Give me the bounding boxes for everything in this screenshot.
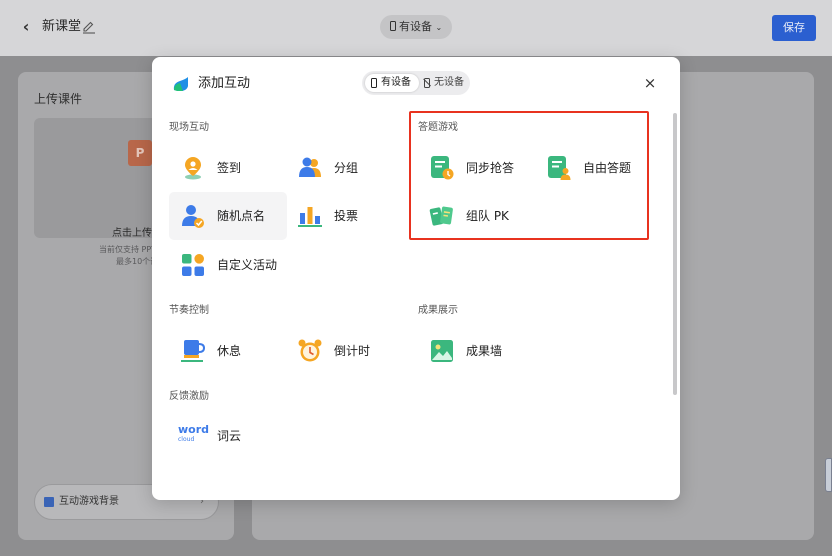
item-custom-activity[interactable]: 自定义活动 [169,241,287,289]
device-mode-toggle: 有设备 无设备 [362,71,470,95]
item-label: 自定义活动 [217,258,278,272]
pencil-icon[interactable] [82,20,96,34]
coffee-cup-icon [181,340,206,362]
device-select-value: 有设备 [399,20,432,33]
section-onsite-label: 现场互动 [169,122,209,133]
item-checkin[interactable]: 签到 [169,144,287,192]
dialog-title: 添加互动 [198,76,251,91]
item-countdown[interactable]: 倒计时 [286,327,404,375]
item-results-wall[interactable]: 成果墙 [418,327,536,375]
app-logo-icon [173,77,188,91]
item-label: 分组 [334,161,359,175]
dialog-scrollbar[interactable] [673,113,677,395]
no-phone-icon [424,78,430,88]
with-device-label: 有设备 [381,77,411,88]
back-button[interactable]: ‹ [16,16,36,38]
bar-chart-icon [298,207,322,227]
item-label: 投票 [334,209,359,223]
apps-grid-icon [182,254,204,276]
alarm-clock-icon [298,339,322,362]
side-drawer-handle[interactable] [825,458,832,492]
without-device-option[interactable]: 无设备 [422,74,468,92]
item-label: 词云 [217,429,242,443]
item-label: 休息 [217,344,242,358]
word-cloud-logo-word: word [178,423,210,436]
section-results-label: 成果展示 [418,305,458,316]
user-check-icon [182,205,204,228]
item-vote[interactable]: 投票 [286,192,404,240]
game-background-label: 互动游戏背景 [59,496,119,507]
with-device-option[interactable]: 有设备 [365,74,419,92]
page-title: 新课堂 [42,19,82,34]
word-cloud-logo-cloud: cloud [178,436,195,443]
item-label: 成果墙 [466,344,503,358]
item-label: 随机点名 [217,209,266,223]
word-cloud-icon: word cloud [178,424,210,450]
item-word-cloud[interactable]: word cloud 词云 [169,412,287,460]
item-label: 倒计时 [334,344,371,358]
device-select[interactable]: 有设备 ⌄ [380,15,452,39]
section-feedback-label: 反馈激励 [169,391,209,402]
item-random-call[interactable]: 随机点名 [169,192,287,240]
location-pin-icon [185,157,201,180]
section-rhythm-label: 节奏控制 [169,305,209,316]
chevron-down-icon: ⌄ [435,23,443,32]
quiz-section-highlight [409,111,649,240]
item-label: 签到 [217,161,242,175]
without-device-label: 无设备 [434,77,464,88]
group-users-icon [299,157,321,177]
close-icon[interactable]: × [642,74,658,92]
powerpoint-icon: P [128,140,152,166]
item-grouping[interactable]: 分组 [286,144,404,192]
phone-icon [371,78,377,88]
phone-icon [390,21,396,31]
add-interaction-dialog: 添加互动 有设备 无设备 × 现场互动 签到 分组 随机点名 投票 自定义活动 … [152,57,680,500]
image-gallery-icon [431,340,453,362]
grid-icon [44,497,54,507]
save-button[interactable]: 保存 [772,15,816,41]
upload-panel-title: 上传课件 [34,92,83,106]
top-bar: ‹ 新课堂 有设备 ⌄ 保存 [0,0,832,56]
item-break[interactable]: 休息 [169,327,287,375]
